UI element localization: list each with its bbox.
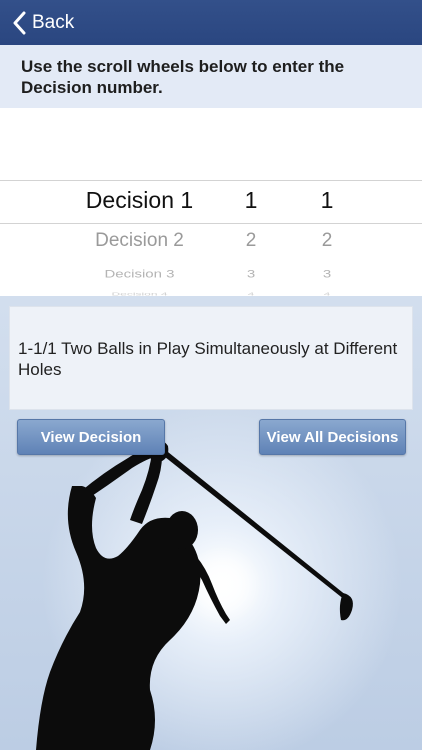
picker-sub1-option[interactable]: 4 bbox=[236, 292, 266, 297]
picker-sub2-value[interactable]: 1 bbox=[312, 187, 342, 214]
navigation-bar: Back bbox=[0, 0, 422, 45]
selection-bottom-divider bbox=[0, 223, 422, 224]
instructions-text: Use the scroll wheels below to enter the… bbox=[0, 45, 422, 108]
view-all-decisions-button[interactable]: View All Decisions bbox=[259, 419, 406, 455]
decision-title: 1-1/1 Two Balls in Play Simultaneously a… bbox=[9, 306, 413, 410]
picker-sub2-option[interactable]: 2 bbox=[312, 230, 342, 252]
picker-sub1-value[interactable]: 1 bbox=[236, 187, 266, 214]
back-label: Back bbox=[32, 11, 75, 33]
selection-top-divider bbox=[0, 180, 422, 181]
picker-sub2-option[interactable]: 4 bbox=[312, 292, 342, 297]
picker-decision-option[interactable]: Decision 2 bbox=[82, 230, 197, 252]
picker-decision-option[interactable]: Decision 3 bbox=[82, 268, 197, 280]
view-decision-button[interactable]: View Decision bbox=[17, 419, 165, 455]
picker-sub2-option[interactable]: 3 bbox=[312, 268, 342, 280]
picker-decision-value[interactable]: Decision 1 bbox=[82, 187, 197, 214]
picker-decision-option[interactable]: Decision 4 bbox=[82, 292, 197, 297]
picker-row[interactable]: Decision 3 3 3 bbox=[0, 268, 422, 290]
chevron-left-icon bbox=[13, 11, 26, 34]
picker-sub1-option[interactable]: 2 bbox=[236, 230, 266, 252]
picker-row-selected[interactable]: Decision 1 1 1 bbox=[0, 187, 422, 217]
picker-sub1-option[interactable]: 3 bbox=[236, 268, 266, 280]
back-button[interactable]: Back bbox=[0, 0, 74, 45]
picker-row[interactable]: Decision 4 4 4 bbox=[0, 292, 422, 303]
picker-row[interactable]: Decision 2 2 2 bbox=[0, 230, 422, 260]
